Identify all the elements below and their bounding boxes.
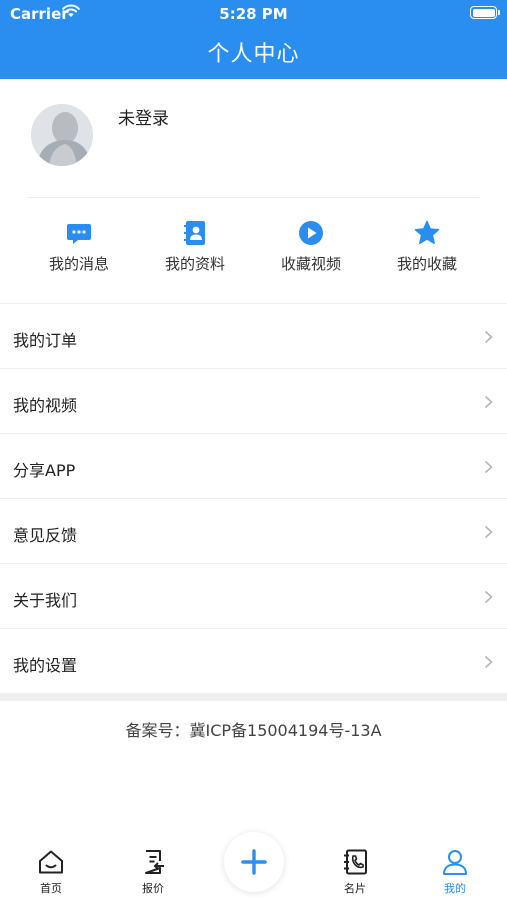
chevron-right-icon [484,525,493,539]
tab-home[interactable]: 首页 [11,848,91,896]
menu-item-label: 我的视频 [13,396,78,415]
tab-quote[interactable]: 报价 [113,848,193,896]
menu-item-orders[interactable]: 我的订单 [0,304,507,369]
quick-action-favorites[interactable]: 我的收藏 [372,220,482,274]
quick-action-messages[interactable]: 我的消息 [24,220,134,274]
user-icon [443,850,467,875]
chevron-right-icon [484,590,493,604]
tab-label: 名片 [344,882,366,895]
add-button[interactable] [224,832,284,892]
star-icon [414,220,440,244]
menu-item-label: 我的订单 [13,331,78,350]
quick-action-favorite-videos[interactable]: 收藏视频 [256,220,366,274]
chevron-right-icon [484,655,493,669]
tab-mine[interactable]: 我的 [415,848,495,896]
menu-item-about-us[interactable]: 关于我们 [0,564,507,629]
divider [28,197,479,198]
default-avatar-icon [31,104,93,166]
quick-action-profile[interactable]: 我的资料 [140,220,250,274]
plus-icon [241,849,267,875]
quick-action-label: 收藏视频 [280,255,341,273]
section-separator [0,693,507,701]
chevron-right-icon [484,395,493,409]
menu-item-label: 分享APP [13,461,76,480]
tab-label: 首页 [40,882,62,895]
tab-business-card[interactable]: 名片 [315,848,395,896]
profile-section[interactable]: 未登录 [0,79,507,199]
home-icon [39,850,63,874]
menu-item-share-app[interactable]: 分享APP [0,434,507,499]
message-icon [67,224,91,244]
menu-item-label: 关于我们 [13,591,78,610]
menu-item-label: 意见反馈 [13,526,78,545]
menu-item-label: 我的设置 [13,656,78,675]
quote-document-icon [145,850,164,874]
chevron-right-icon [484,330,493,344]
chevron-right-icon [484,460,493,474]
header: Carrier 5:28 PM 个人中心 [0,0,507,79]
login-status[interactable]: 未登录 [118,104,169,129]
business-card-phone-icon [344,849,367,875]
quick-action-label: 我的资料 [164,255,225,273]
play-icon [299,221,323,245]
menu-item-feedback[interactable]: 意见反馈 [0,499,507,564]
menu-list: 我的订单 我的视频 分享APP 意见反馈 关于我们 我的设置 [0,303,507,694]
clock: 5:28 PM [219,5,288,23]
status-bar: Carrier 5:28 PM [0,0,507,28]
page-title: 个人中心 [207,42,300,67]
tab-label: 我的 [444,882,466,895]
battery-icon [470,6,500,19]
tab-bar: 首页 报价 名片 我的 [0,832,507,900]
quick-action-label: 我的消息 [48,255,109,273]
quick-actions: 我的消息 我的资料 收藏视频 我的收藏 [0,220,507,280]
avatar[interactable] [31,104,93,166]
menu-item-settings[interactable]: 我的设置 [0,629,507,694]
icp-record: 备案号：冀ICP备15004194号-13A [125,721,382,740]
menu-item-videos[interactable]: 我的视频 [0,369,507,434]
tab-label: 报价 [142,882,164,895]
quick-action-label: 我的收藏 [396,255,457,273]
profile-card-icon [184,221,205,245]
